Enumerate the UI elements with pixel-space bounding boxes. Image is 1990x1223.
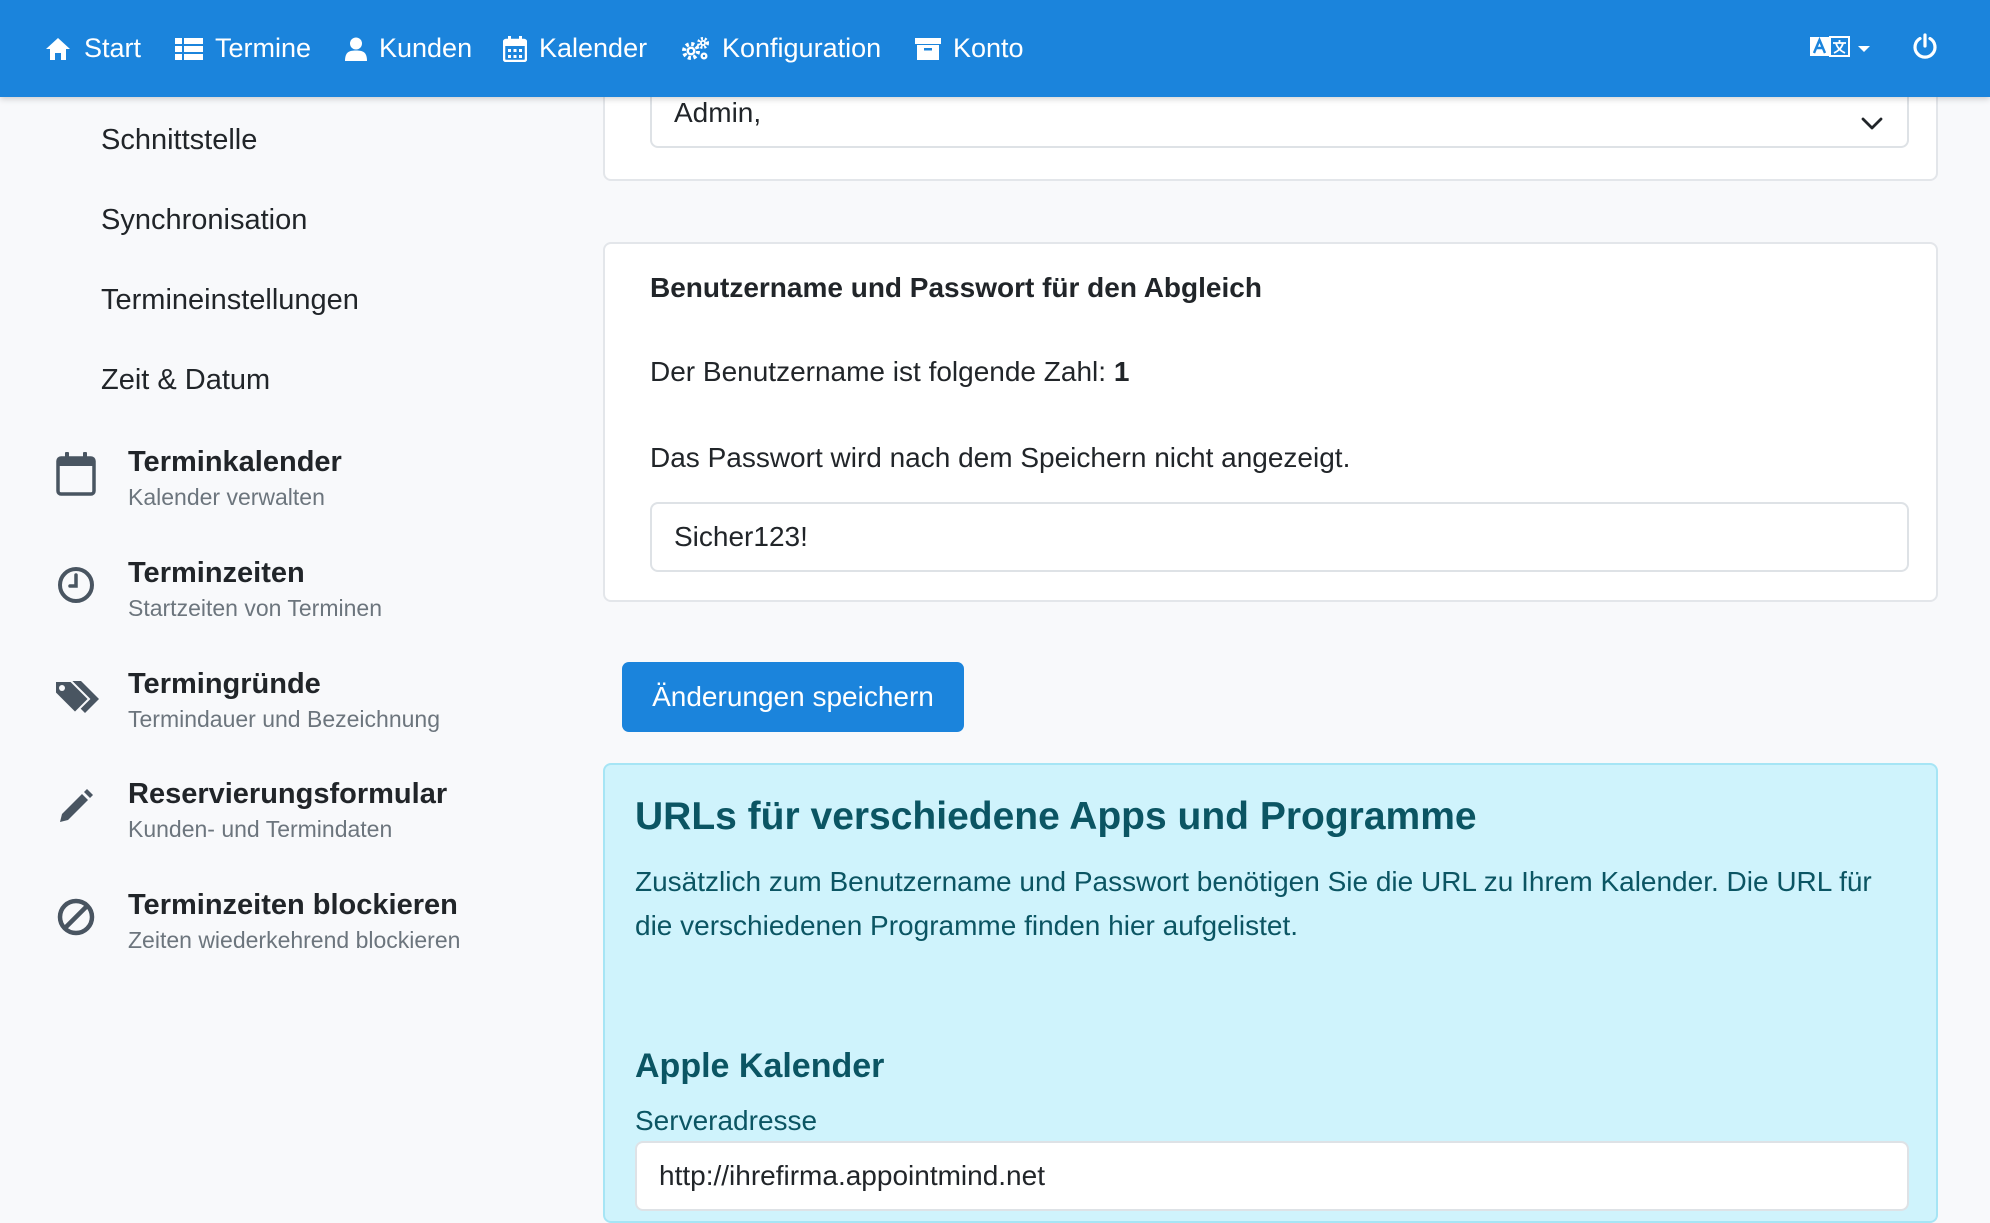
username-value: 1 — [1113, 356, 1130, 387]
sidebar-entry-title: Terminzeiten — [128, 557, 305, 589]
nav-konfiguration-label: Konfiguration — [722, 33, 882, 63]
user-select-value: Admin, — [674, 97, 762, 128]
credentials-heading: Benutzername und Passwort für den Abglei… — [650, 272, 1262, 303]
language-dropdown[interactable] — [1810, 0, 1870, 97]
username-info: Der Benutzername ist folgende Zahl: 1 — [650, 356, 1129, 388]
urls-title: URLs für verschiedene Apps und Programme — [635, 795, 1477, 838]
sidebar-entry-title: Reservierungsformular — [128, 778, 448, 810]
sidebar-item-termingruende[interactable]: Termingründe Termindauer und Bezeichnung — [52, 666, 572, 750]
tags-icon — [52, 672, 100, 720]
sidebar-entry-subtitle: Kalender verwalten — [128, 484, 325, 510]
calendar-icon — [503, 35, 527, 62]
urls-description: Zusätzlich zum Benutzername und Passwort… — [635, 866, 1872, 941]
user-icon — [345, 37, 367, 61]
apple-calendar-heading: Apple Kalender — [635, 1047, 885, 1085]
nav-start[interactable]: Start — [44, 0, 141, 97]
sidebar-item-terminzeiten-blockieren[interactable]: Terminzeiten blockieren Zeiten wiederkeh… — [52, 887, 572, 971]
server-address-label: Serveradresse — [635, 1105, 818, 1136]
urls-info-card: URLs für verschiedene Apps und Programme… — [603, 763, 1938, 1223]
clock-icon — [52, 561, 100, 609]
sidebar-entry-title: Terminzeiten blockieren — [128, 889, 458, 921]
archive-box-icon — [915, 37, 941, 61]
server-address-value: http://ihrefirma.appointmind.net — [659, 1160, 1045, 1191]
top-navbar: Start Termine Kunden Kalender Konfigurat… — [0, 0, 1990, 97]
translate-icon — [1810, 34, 1850, 63]
sidebar-entry-title: Termingründe — [128, 668, 321, 700]
password-input[interactable]: Sicher123! — [650, 502, 1909, 572]
sidebar-item-zeit-datum[interactable]: Zeit & Datum — [101, 364, 270, 397]
logout-button[interactable] — [1912, 0, 1938, 97]
username-text: Der Benutzername ist folgende Zahl: — [650, 356, 1114, 387]
sidebar-item-synchronisation[interactable]: Synchronisation — [101, 204, 307, 237]
sidebar-entry-title: Terminkalender — [128, 446, 342, 478]
home-icon — [44, 36, 72, 62]
nav-kalender-label: Kalender — [539, 33, 648, 63]
nav-kunden-label: Kunden — [379, 33, 473, 63]
sidebar-item-schnittstelle[interactable]: Schnittstelle — [101, 124, 257, 157]
sidebar-entry-subtitle: Startzeiten von Terminen — [128, 595, 382, 621]
sidebar-item-termineinstellungen[interactable]: Termineinstellungen — [101, 284, 359, 317]
gears-icon — [680, 36, 710, 62]
nav-start-label: Start — [84, 33, 142, 63]
ban-icon — [52, 893, 100, 941]
nav-termine-label: Termine — [215, 33, 312, 63]
chevron-down-icon — [1858, 40, 1870, 58]
password-note: Das Passwort wird nach dem Speichern nic… — [650, 442, 1351, 473]
list-icon — [175, 37, 203, 61]
credentials-card: Benutzername und Passwort für den Abglei… — [603, 242, 1938, 602]
calendar-icon — [52, 450, 100, 498]
nav-kunden[interactable]: Kunden — [345, 0, 472, 97]
server-address-field[interactable]: http://ihrefirma.appointmind.net — [635, 1141, 1909, 1211]
power-icon — [1912, 33, 1938, 64]
sidebar-entry-subtitle: Zeiten wiederkehrend blockieren — [128, 927, 461, 953]
sidebar-entry-subtitle: Kunden- und Termindaten — [128, 816, 393, 842]
save-button[interactable]: Änderungen speichern — [622, 662, 964, 732]
nav-termine[interactable]: Termine — [175, 0, 311, 97]
chevron-down-icon — [1861, 106, 1883, 138]
sidebar-item-terminkalender[interactable]: Terminkalender Kalender verwalten — [52, 444, 572, 528]
nav-kalender[interactable]: Kalender — [503, 0, 647, 97]
sidebar-item-reservierungsformular[interactable]: Reservierungsformular Kunden- und Termin… — [52, 776, 572, 860]
pencil-icon — [52, 782, 100, 830]
nav-konto-label: Konto — [953, 33, 1024, 63]
sidebar-entry-subtitle: Termindauer und Bezeichnung — [128, 706, 440, 732]
nav-konto[interactable]: Konto — [915, 0, 1024, 97]
password-input-value: Sicher123! — [674, 521, 808, 552]
sidebar-item-terminzeiten[interactable]: Terminzeiten Startzeiten von Terminen — [52, 555, 572, 639]
nav-konfiguration[interactable]: Konfiguration — [680, 0, 881, 97]
